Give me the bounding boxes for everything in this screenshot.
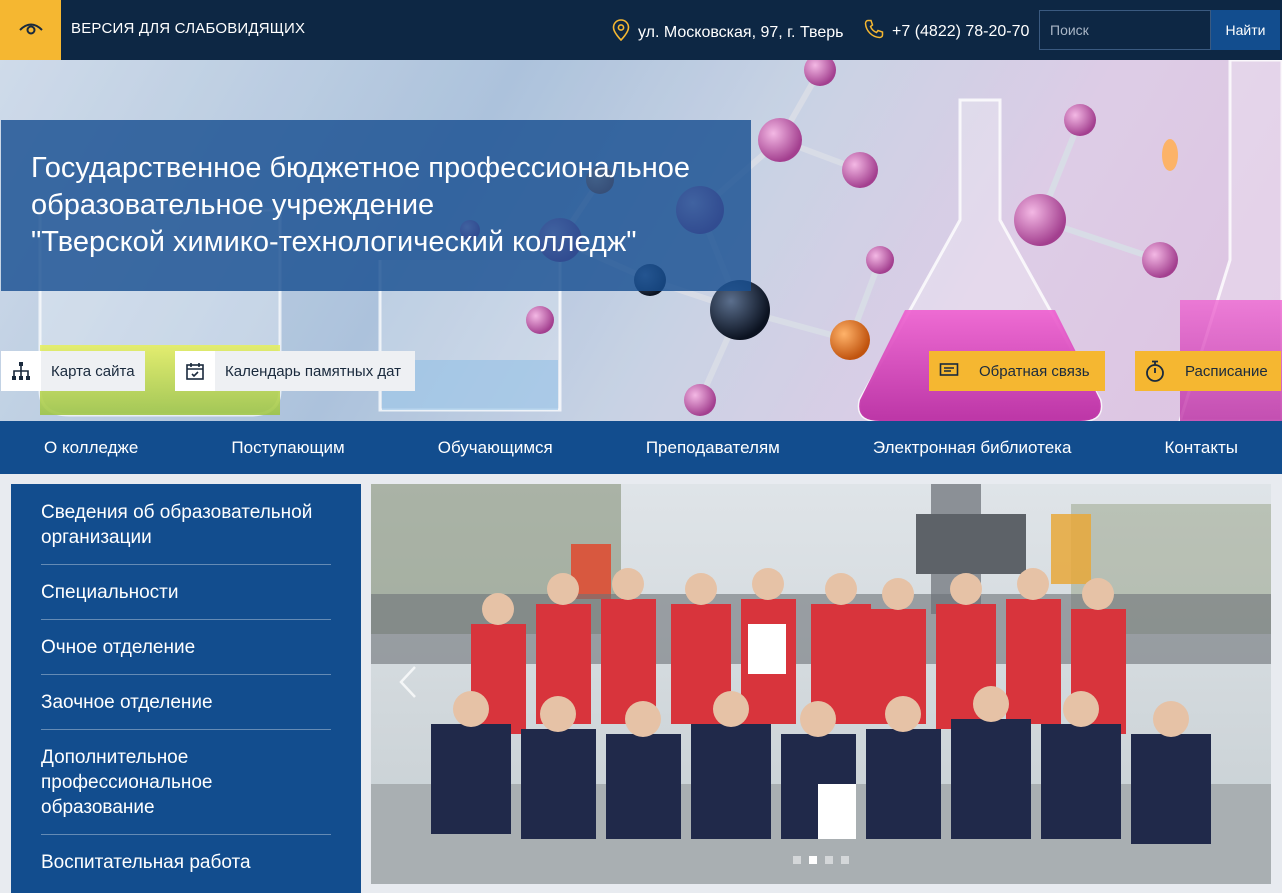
sitemap-button[interactable]: Карта сайта [1, 351, 145, 391]
sidebar-item-additional-education[interactable]: Дополнительное профессиональное образова… [41, 745, 331, 835]
nav-item-contacts[interactable]: Контакты [1165, 438, 1238, 458]
phone-number[interactable]: +7 (4822) 78-20-70 [892, 23, 1029, 41]
sitemap-icon [1, 351, 41, 391]
hero-banner: Государственное бюджетное профессиональн… [0, 60, 1282, 421]
nav-item-library[interactable]: Электронная библиотека [873, 438, 1072, 458]
nav-item-about[interactable]: О колледже [44, 438, 138, 458]
sidebar-item-org-info[interactable]: Сведения об образовательной организации [41, 500, 331, 565]
map-pin-icon [612, 19, 630, 46]
slider-dot[interactable] [841, 856, 849, 864]
eye-icon [18, 21, 43, 40]
slider-dot[interactable] [825, 856, 833, 864]
feedback-label: Обратная связь [979, 362, 1090, 380]
sidebar-item-part-time[interactable]: Заочное отделение [41, 690, 331, 730]
feedback-button[interactable]: Обратная связь [929, 351, 1105, 391]
chevron-left-icon [399, 665, 417, 704]
nav-item-students[interactable]: Обучающимся [438, 438, 553, 458]
college-title: Государственное бюджетное профессиональн… [31, 152, 690, 258]
sidebar-menu: Сведения об образовательной организации … [11, 484, 361, 893]
accessibility-version-link[interactable]: ВЕРСИЯ ДЛЯ СЛАБОВИДЯЩИХ [71, 20, 305, 37]
main-navigation: О колледже Поступающим Обучающимся Препо… [0, 421, 1282, 474]
calendar-label: Календарь памятных дат [225, 362, 402, 380]
nav-item-teachers[interactable]: Преподавателям [646, 438, 780, 458]
calendar-button[interactable]: Календарь памятных дат [175, 351, 415, 391]
calendar-icon [175, 351, 215, 391]
phone[interactable]: +7 (4822) 78-20-70 [864, 19, 1029, 44]
photo-slider[interactable] [371, 484, 1271, 884]
address: ул. Московская, 97, г. Тверь [612, 19, 843, 46]
schedule-label: Расписание [1185, 362, 1268, 380]
slider-prev-button[interactable] [393, 664, 423, 704]
address-text: ул. Московская, 97, г. Тверь [638, 23, 844, 41]
slider-dots [793, 856, 849, 864]
search-form: Найти [1039, 10, 1280, 50]
sitemap-label: Карта сайта [51, 362, 135, 380]
message-icon [929, 351, 969, 391]
nav-item-applicants[interactable]: Поступающим [231, 438, 344, 458]
top-bar: ВЕРСИЯ ДЛЯ СЛАБОВИДЯЩИХ ул. Московская, … [0, 0, 1282, 60]
sidebar-item-full-time[interactable]: Очное отделение [41, 635, 331, 675]
sidebar-item-specialties[interactable]: Специальности [41, 580, 331, 620]
slider-dot[interactable] [793, 856, 801, 864]
sidebar-item-educational-work[interactable]: Воспитательная работа [41, 850, 331, 889]
accessibility-toggle-button[interactable] [0, 0, 61, 60]
college-title-box: Государственное бюджетное профессиональн… [1, 120, 751, 291]
team-photo [371, 484, 1271, 884]
search-button[interactable]: Найти [1211, 10, 1280, 50]
stopwatch-icon [1135, 351, 1175, 391]
search-input[interactable] [1039, 10, 1211, 50]
schedule-button[interactable]: Расписание [1135, 351, 1281, 391]
slider-dot[interactable] [809, 856, 817, 864]
phone-icon [864, 19, 884, 44]
